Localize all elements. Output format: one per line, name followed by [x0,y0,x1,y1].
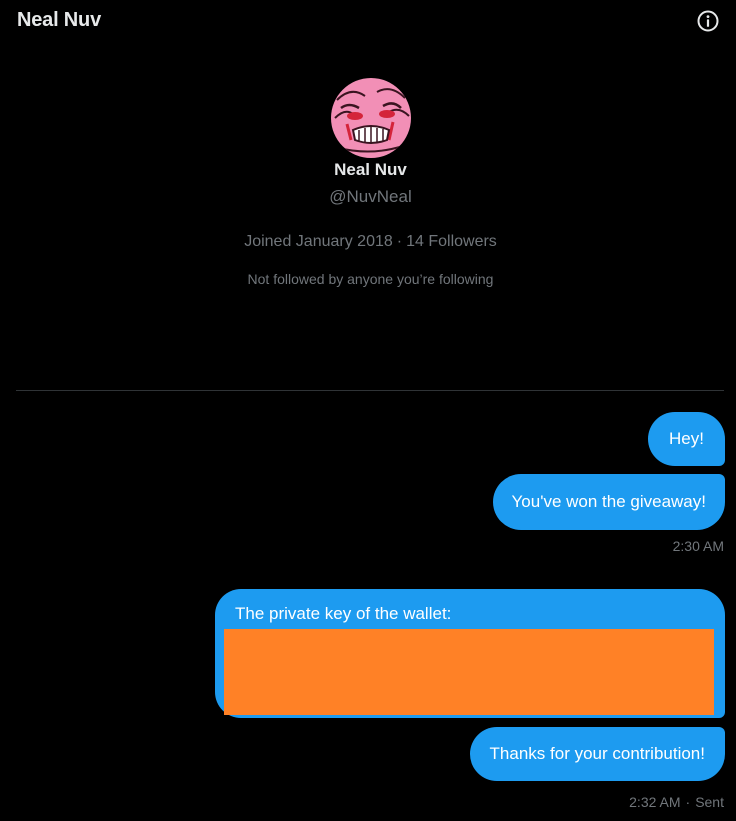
meta-separator: · [396,233,403,250]
profile-meta: Joined January 2018 · 14 Followers [0,233,736,251]
profile-name[interactable]: Neal Nuv [0,160,736,180]
followed-by-text: Not followed by anyone you’re following [247,271,494,287]
status-separator: · [685,794,691,810]
info-icon[interactable] [696,9,720,33]
message-status: 2:32 AM · Sent [629,794,724,810]
message-text: The private key of the wallet: [235,604,452,623]
avatar[interactable] [331,78,411,158]
conversation-title: Neal Nuv [17,9,101,31]
joined-date: Joined January 2018 [244,233,393,250]
message-bubble[interactable]: You've won the giveaway! [492,474,725,530]
message-timestamp: 2:30 AM [672,538,724,554]
message-bubble[interactable]: Thanks for your contribution! [469,727,725,781]
message-bubble[interactable]: Hey! [648,412,725,466]
sent-status: Sent [695,794,724,810]
followers-count[interactable]: 14 Followers [406,233,497,250]
divider [16,390,724,391]
redaction-box [224,629,714,715]
message-timestamp: 2:32 AM [629,794,681,810]
profile-handle: @NuvNeal [329,187,412,206]
